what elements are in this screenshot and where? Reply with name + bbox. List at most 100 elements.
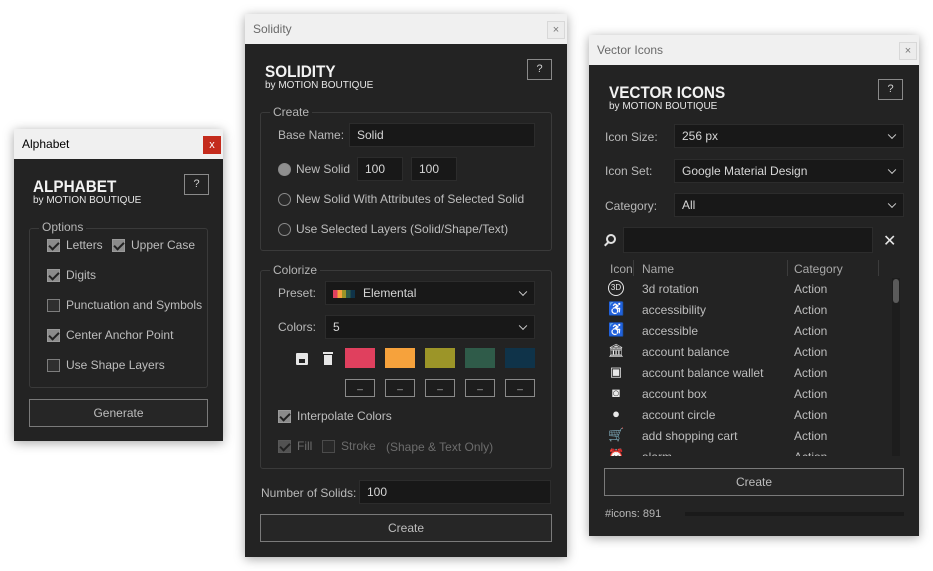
row-name: account box	[642, 386, 707, 401]
save-icon[interactable]	[296, 353, 308, 365]
list-scrollbar[interactable]	[892, 278, 900, 456]
solidity-create-button[interactable]: Create	[260, 514, 552, 542]
center-anchor-checkbox[interactable]: Center Anchor Point	[47, 328, 173, 342]
use-selected-radio[interactable]: Use Selected Layers (Solid/Shape/Text)	[278, 222, 508, 236]
base-name-label: Base Name:	[278, 128, 345, 142]
swatch-edit-button[interactable]: _	[505, 379, 535, 397]
table-row[interactable]: 🛒 add shopping cart Action	[604, 425, 889, 446]
icon-list[interactable]: 3D 3d rotation Action ♿ accessibility Action ♿…	[604, 278, 889, 456]
header-divider	[633, 260, 634, 276]
vector-create-button[interactable]: Create	[604, 468, 904, 496]
interpolate-checkbox[interactable]: Interpolate Colors	[278, 409, 392, 423]
stroke-checkbox[interactable]: Stroke	[322, 439, 376, 453]
alphabet-close-button[interactable]: x	[203, 136, 221, 154]
colors-chevron-down-icon	[518, 321, 528, 331]
icon-set-dropdown[interactable]: Google Material Design	[674, 159, 904, 183]
upper-case-checkbox[interactable]: Upper Case	[112, 238, 195, 252]
use-selected-radio-dot	[278, 222, 291, 236]
swatch-edit-button[interactable]: _	[425, 379, 455, 397]
row-icon: ♿	[608, 322, 625, 337]
table-row[interactable]: ♿ accessibility Action	[604, 299, 889, 320]
alphabet-logo-subtitle: by MOTION BOUTIQUE	[33, 195, 142, 206]
use-shape-layers-checkbox[interactable]: Use Shape Layers	[47, 358, 165, 372]
digits-check-icon	[47, 268, 60, 282]
vector-titlebar: Vector Icons	[589, 35, 919, 65]
vector-close-button[interactable]: ×	[899, 42, 917, 60]
color-swatch[interactable]	[345, 348, 375, 368]
solid-height-input[interactable]: 100	[411, 157, 457, 181]
list-scrollbar-thumb[interactable]	[893, 279, 899, 303]
icon-set-chevron-down-icon	[887, 165, 897, 175]
swatch-edit-button[interactable]: _	[385, 379, 415, 397]
vector-help-button[interactable]: ?	[878, 79, 903, 100]
header-divider	[878, 260, 879, 276]
solidity-help-button[interactable]: ?	[527, 59, 552, 80]
swatch-edit-button[interactable]: _	[465, 379, 495, 397]
category-column-header[interactable]: Category	[794, 262, 843, 276]
color-swatch[interactable]	[465, 348, 495, 368]
row-name: account circle	[642, 407, 716, 422]
trash-icon[interactable]	[323, 352, 333, 365]
color-swatch[interactable]	[385, 348, 415, 368]
solidity-window: Solidity × SOLIDITY by MOTION BOUTIQUE ?…	[245, 14, 567, 557]
row-name: account balance wallet	[642, 365, 764, 380]
stroke-check-icon	[322, 439, 335, 453]
table-row[interactable]: ◙ account box Action	[604, 383, 889, 404]
alphabet-window: Alphabet x ALPHABET by MOTION BOUTIQUE ?…	[14, 129, 223, 441]
row-name: account balance	[642, 344, 730, 359]
center-anchor-check-icon	[47, 328, 60, 342]
base-name-input[interactable]: Solid	[349, 123, 535, 147]
icon-column-header[interactable]: Icon	[610, 262, 633, 276]
new-solid-label: New Solid	[296, 162, 351, 176]
letters-label: Letters	[66, 238, 103, 252]
row-icon: 3D	[608, 280, 624, 296]
color-swatch[interactable]	[505, 348, 535, 368]
row-category: Action	[794, 386, 828, 401]
new-solid-radio[interactable]: New Solid	[278, 162, 350, 176]
category-dropdown[interactable]: All	[674, 193, 904, 217]
row-category: Action	[794, 281, 828, 296]
table-row[interactable]: 🏛 account balance Action	[604, 341, 889, 362]
solid-width-input[interactable]: 100	[357, 157, 403, 181]
digits-checkbox[interactable]: Digits	[47, 268, 96, 282]
preset-value: Elemental	[363, 286, 417, 300]
row-name: accessible	[642, 323, 699, 338]
table-row[interactable]: 3D 3d rotation Action	[604, 278, 889, 299]
preset-chevron-down-icon	[518, 287, 528, 297]
num-solids-input[interactable]: 100	[359, 480, 551, 504]
clear-search-icon[interactable]: ✕	[883, 231, 896, 251]
search-input[interactable]	[623, 227, 873, 253]
alphabet-help-button[interactable]: ?	[184, 174, 209, 195]
name-column-header[interactable]: Name	[642, 262, 674, 276]
new-solid-attrs-radio[interactable]: New Solid With Attributes of Selected So…	[278, 192, 524, 206]
fill-checkbox[interactable]: Fill	[278, 439, 312, 453]
category-chevron-down-icon	[887, 199, 897, 209]
solidity-close-button[interactable]: ×	[547, 21, 565, 39]
upper-case-check-icon	[112, 238, 125, 252]
use-selected-label: Use Selected Layers (Solid/Shape/Text)	[296, 222, 509, 236]
table-row[interactable]: ▣ account balance wallet Action	[604, 362, 889, 383]
swatch-edit-button[interactable]: _	[345, 379, 375, 397]
new-solid-attrs-label: New Solid With Attributes of Selected So…	[296, 192, 525, 206]
row-name: alarm	[642, 450, 672, 457]
solidity-logo: SOLIDITY by MOTION BOUTIQUE	[265, 63, 373, 91]
preset-dropdown[interactable]: Elemental	[325, 281, 535, 305]
vector-window-title: Vector Icons	[597, 43, 664, 57]
header-divider	[787, 260, 788, 276]
colors-value: 5	[333, 320, 340, 334]
colors-dropdown[interactable]: 5	[325, 315, 535, 339]
color-swatch[interactable]	[425, 348, 455, 368]
punctuation-checkbox[interactable]: Punctuation and Symbols	[47, 298, 202, 312]
new-solid-attrs-radio-dot	[278, 192, 291, 206]
category-label: Category:	[605, 199, 658, 213]
icon-size-dropdown[interactable]: 256 px	[674, 124, 904, 148]
letters-checkbox[interactable]: Letters	[47, 238, 103, 252]
row-category: Action	[794, 428, 828, 443]
table-row[interactable]: ● account circle Action	[604, 404, 889, 425]
vector-logo: VECTOR ICONS by MOTION BOUTIQUE	[609, 84, 738, 112]
table-row[interactable]: ♿ accessible Action	[604, 320, 889, 341]
generate-button[interactable]: Generate	[29, 399, 208, 427]
row-category: Action	[794, 407, 828, 422]
use-shape-layers-label: Use Shape Layers	[66, 358, 165, 372]
table-row[interactable]: ⏰ alarm Action	[604, 446, 889, 456]
